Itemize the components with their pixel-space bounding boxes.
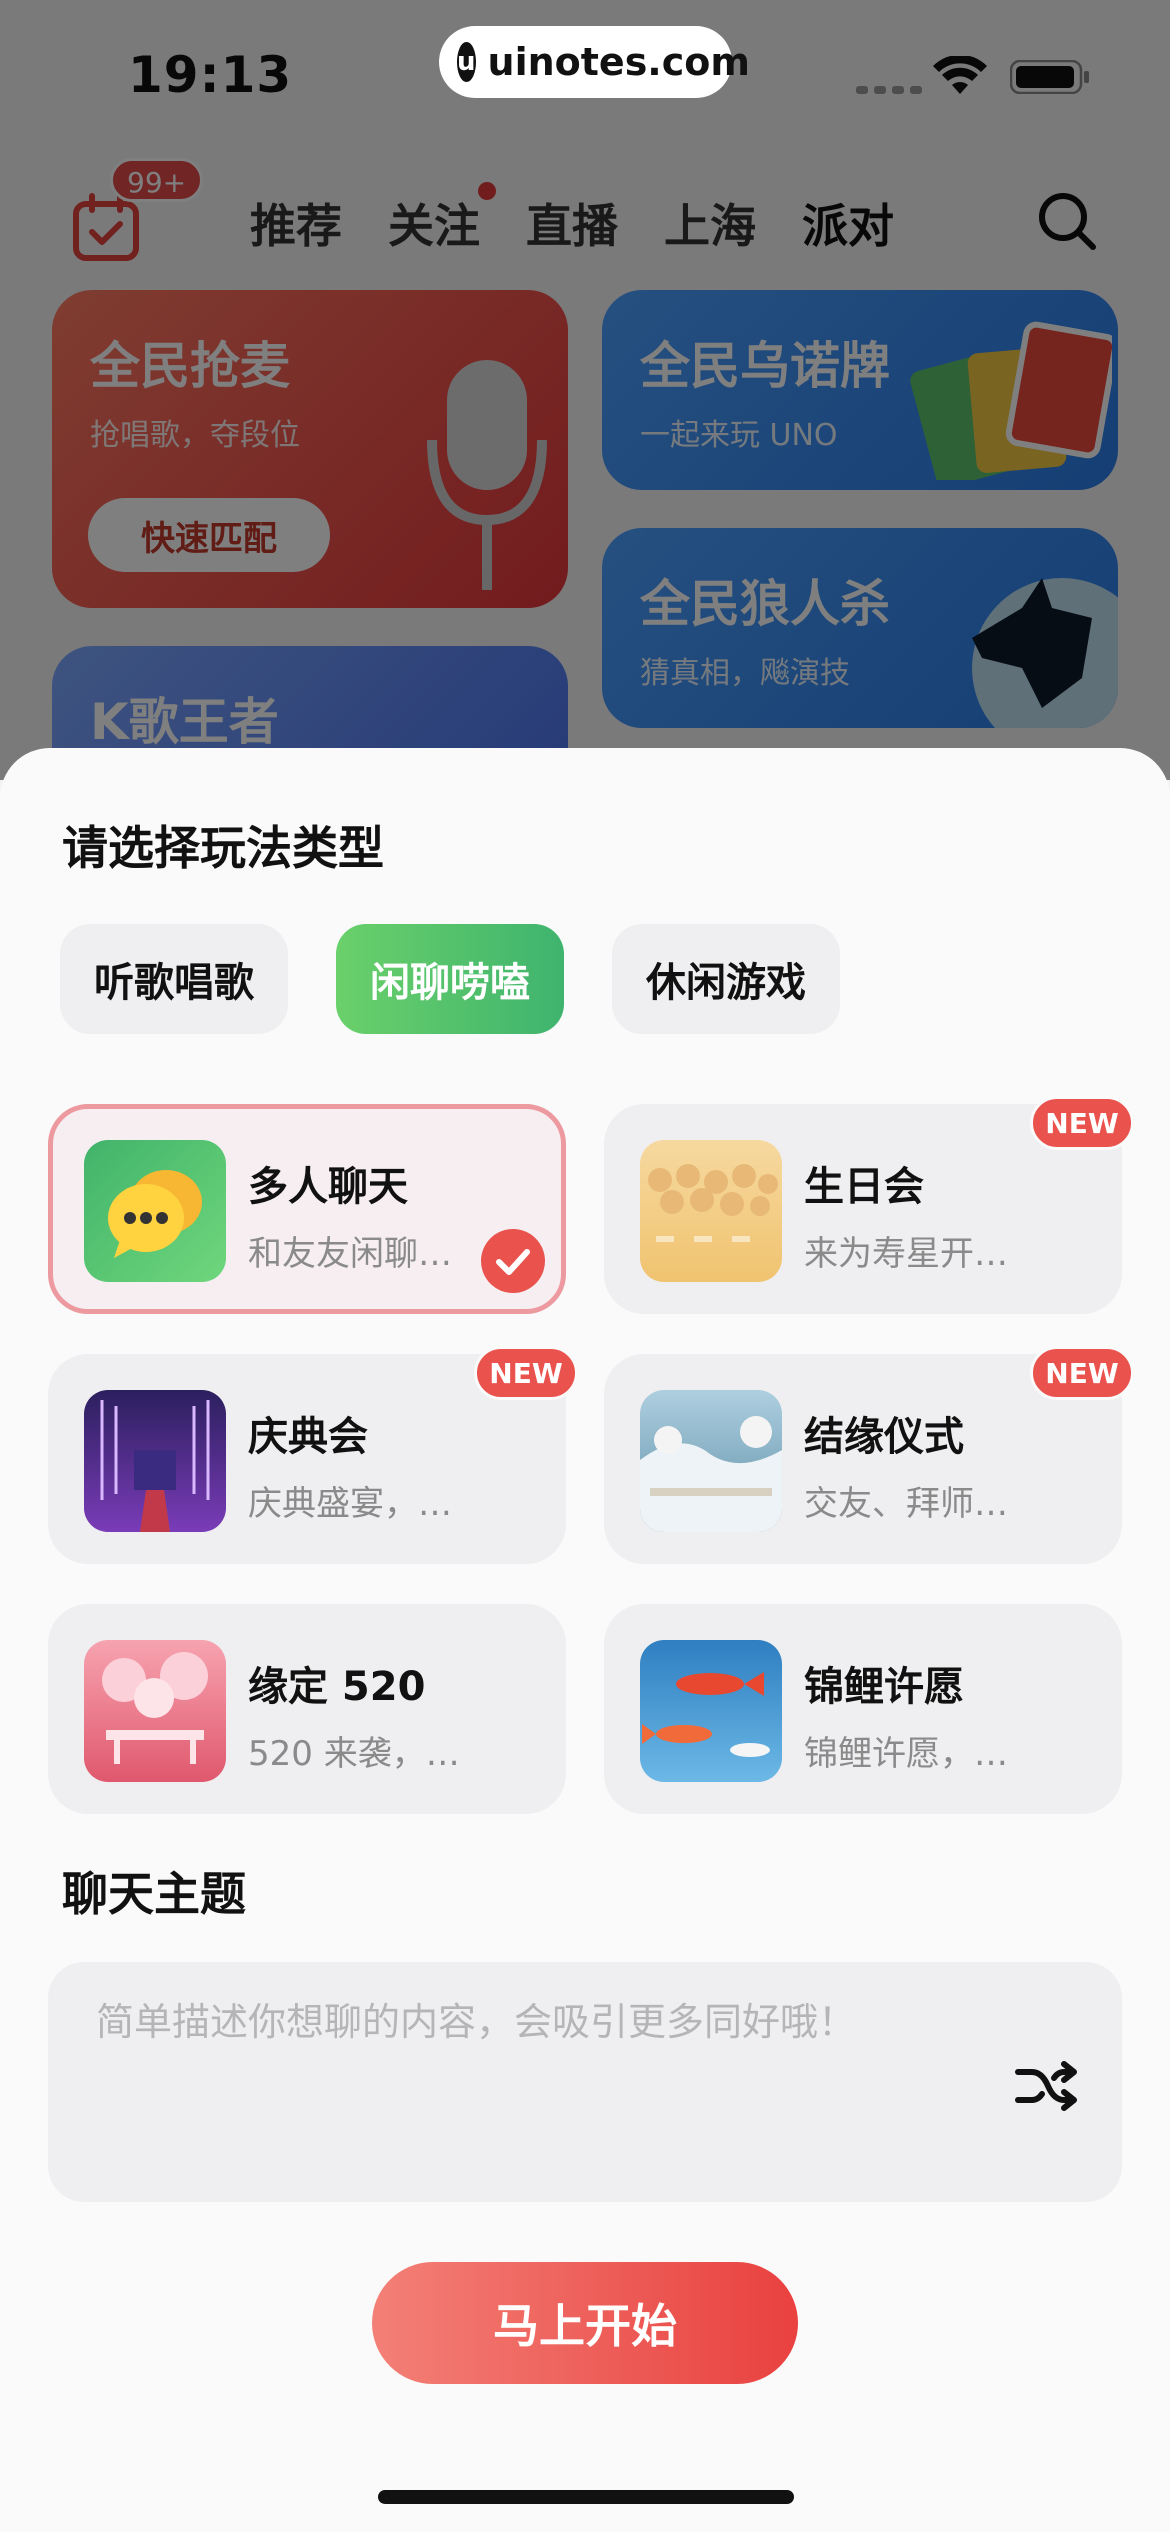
mode-name: 生日会 [804, 1164, 924, 1210]
topic-box [48, 1962, 1122, 2202]
sheet-title: 请选择玩法类型 [62, 821, 384, 875]
chat-bubbles-icon [84, 1140, 226, 1282]
type-selector: 听歌唱歌 闲聊唠嗑 休闲游戏 [60, 924, 840, 1034]
mode-card-koi[interactable]: 锦鲤许愿 锦鲤许愿，… [604, 1604, 1122, 1814]
type-chip-games[interactable]: 休闲游戏 [612, 924, 840, 1034]
mode-picker-sheet: 请选择玩法类型 听歌唱歌 闲聊唠嗑 休闲游戏 多人聊天 和友友闲聊… 生日会 来… [0, 748, 1170, 2532]
mode-desc: 锦鲤许愿，… [804, 1734, 1008, 1774]
watermark: u uinotes.com [439, 26, 750, 98]
koi-thumb [640, 1640, 782, 1782]
modal-overlay[interactable] [0, 0, 1170, 780]
love-520-thumb [84, 1640, 226, 1782]
background-app: 19:13 99+ 推荐 关注 直播 上海 派对 [0, 0, 1170, 796]
mode-card-group-chat[interactable]: 多人聊天 和友友闲聊… [48, 1104, 566, 1314]
mode-desc: 520 来袭，… [248, 1734, 460, 1774]
mode-name: 锦鲤许愿 [804, 1664, 964, 1710]
mode-card-love-520[interactable]: 缘定 520 520 来袭，… [48, 1604, 566, 1814]
topic-input[interactable] [96, 1992, 996, 2052]
mode-name: 庆典会 [248, 1414, 368, 1460]
mode-card-birthday[interactable]: 生日会 来为寿星开… NEW [604, 1096, 1134, 1314]
shuffle-icon[interactable] [1014, 2058, 1078, 2114]
ceremony-thumb [640, 1390, 782, 1532]
new-badge: NEW [1030, 1346, 1134, 1400]
new-badge: NEW [1030, 1096, 1134, 1150]
mode-name: 结缘仪式 [804, 1414, 964, 1460]
type-chip-chat[interactable]: 闲聊唠嗑 [336, 924, 564, 1034]
check-icon [481, 1229, 545, 1293]
type-chip-music[interactable]: 听歌唱歌 [60, 924, 288, 1034]
watermark-logo-icon: u [457, 42, 476, 82]
birthday-thumb [640, 1140, 782, 1282]
mode-desc: 和友友闲聊… [248, 1234, 452, 1274]
watermark-text: uinotes.com [487, 40, 750, 84]
mode-card-ceremony[interactable]: 结缘仪式 交友、拜师… NEW [604, 1346, 1134, 1564]
home-indicator [378, 2490, 794, 2504]
mode-card-celebration[interactable]: 庆典会 庆典盛宴，… NEW [48, 1346, 578, 1564]
topic-section-title: 聊天主题 [62, 1867, 246, 1921]
start-button[interactable]: 马上开始 [372, 2262, 798, 2384]
mode-desc: 庆典盛宴，… [248, 1484, 452, 1524]
mode-desc: 交友、拜师… [804, 1484, 1008, 1524]
mode-desc: 来为寿星开… [804, 1234, 1008, 1274]
new-badge: NEW [474, 1346, 578, 1400]
mode-name: 多人聊天 [248, 1164, 408, 1210]
celebration-thumb [84, 1390, 226, 1532]
mode-name: 缘定 520 [248, 1664, 426, 1710]
